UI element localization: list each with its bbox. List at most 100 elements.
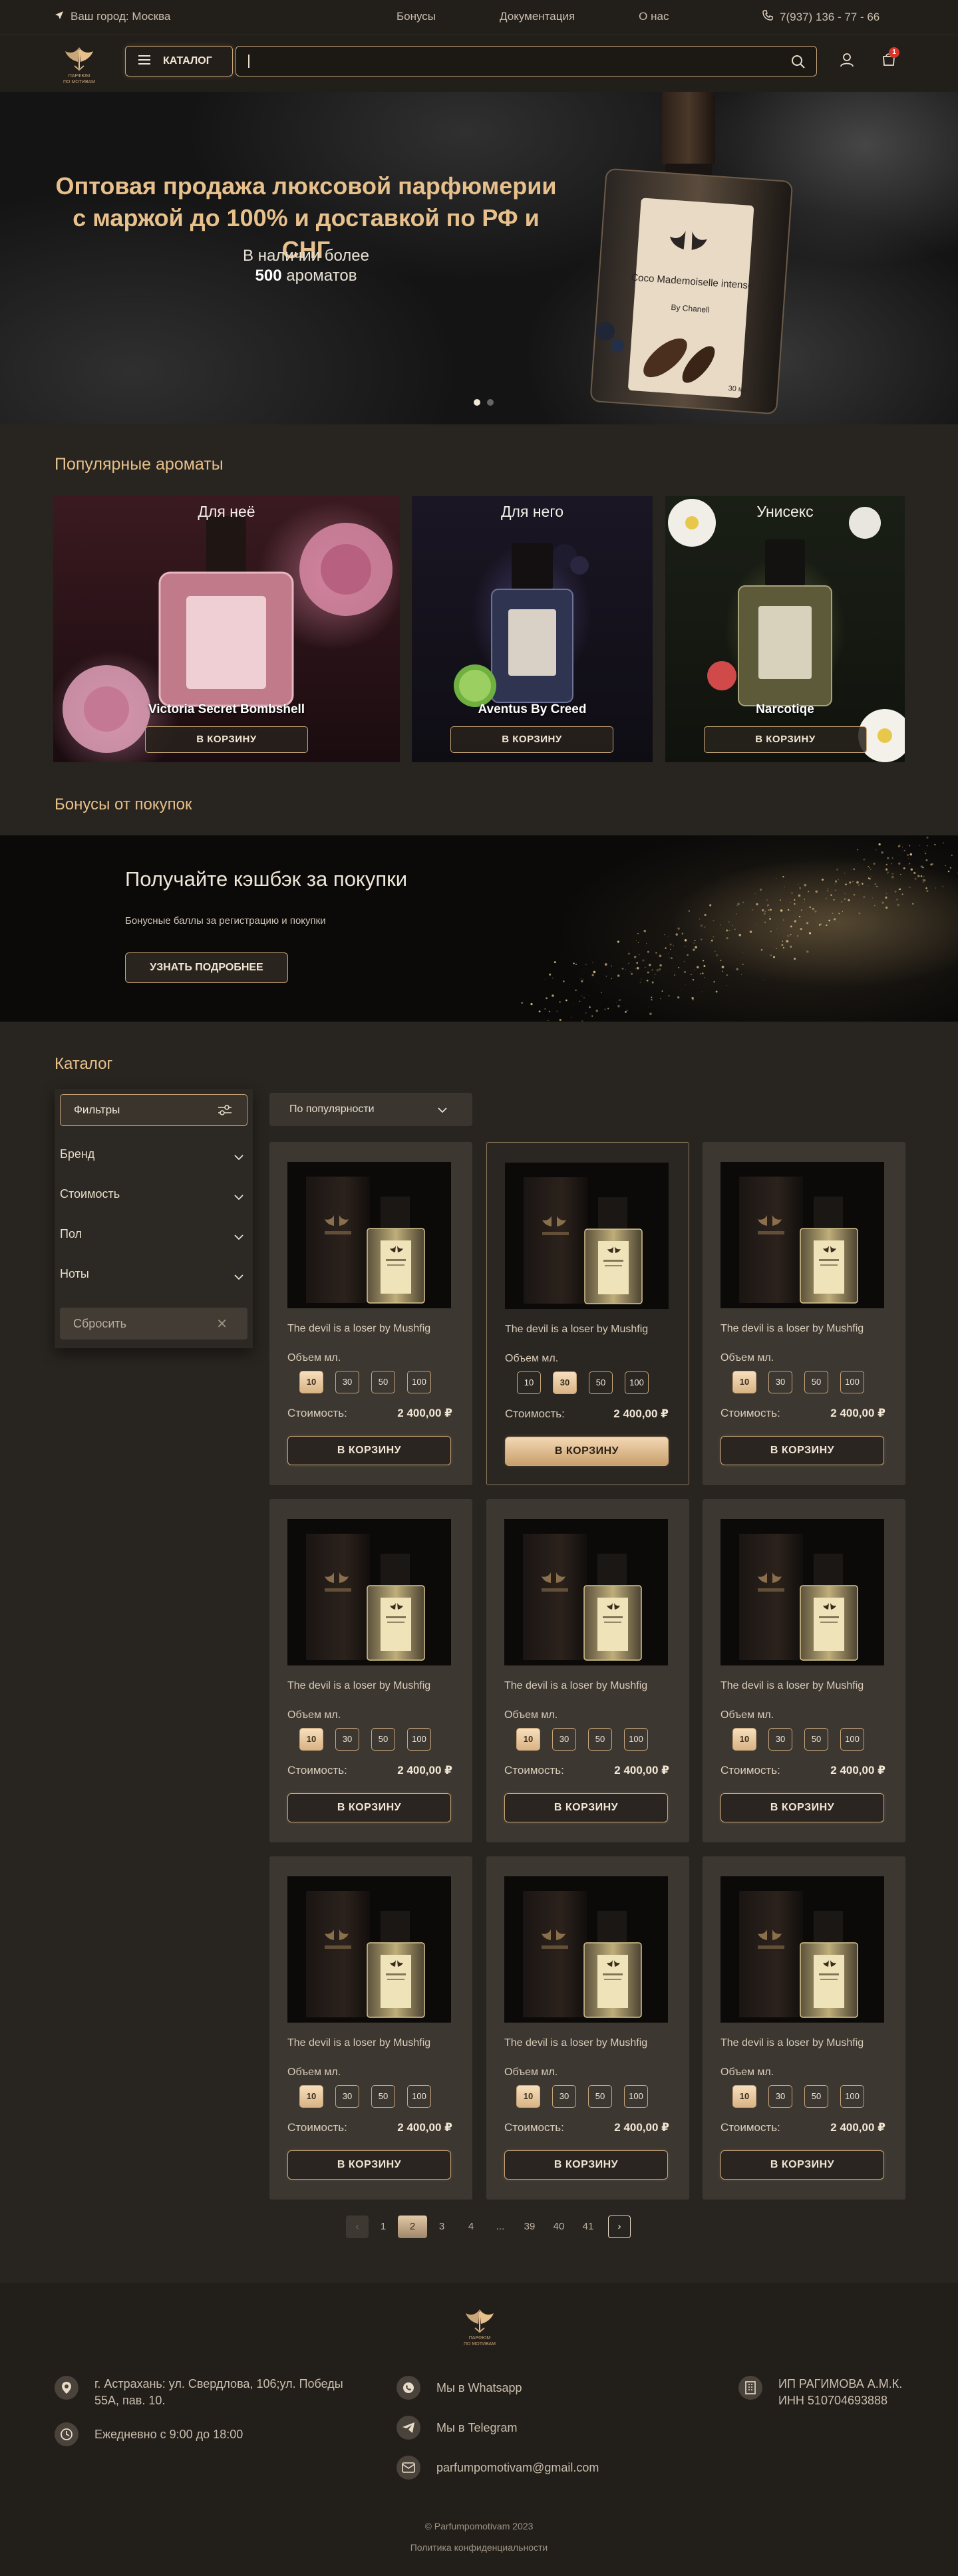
- page-1[interactable]: 1: [369, 2216, 398, 2238]
- add-to-cart-button[interactable]: В КОРЗИНУ: [450, 726, 613, 753]
- filter-notes[interactable]: Ноты: [60, 1260, 247, 1287]
- privacy-policy-link[interactable]: Политика конфиденциальности: [0, 2542, 958, 2553]
- product-image[interactable]: [504, 1519, 668, 1665]
- prev-page-button[interactable]: ‹: [346, 2216, 369, 2238]
- volume-option-30[interactable]: 30: [335, 1371, 359, 1393]
- product-card[interactable]: The devil is a loser by Mushfig Объем мл.…: [269, 1142, 472, 1485]
- product-card[interactable]: The devil is a loser by Mushfig Объем мл.…: [703, 1499, 905, 1842]
- volume-option-10[interactable]: 10: [299, 1728, 323, 1751]
- product-card[interactable]: The devil is a loser by Mushfig Объем мл.…: [486, 1856, 689, 2200]
- link-bonuses[interactable]: Бонусы: [397, 10, 436, 23]
- page-39[interactable]: 39: [515, 2216, 544, 2238]
- volume-option-10[interactable]: 10: [299, 2085, 323, 2108]
- volume-option-50[interactable]: 50: [804, 1728, 828, 1751]
- product-image[interactable]: [505, 1163, 669, 1309]
- volume-option-10[interactable]: 10: [517, 1371, 541, 1394]
- page-3[interactable]: 3: [427, 2216, 456, 2238]
- add-to-cart-button[interactable]: В КОРЗИНУ: [720, 1436, 884, 1465]
- volume-option-50[interactable]: 50: [588, 2085, 612, 2108]
- volume-option-30[interactable]: 30: [768, 1371, 792, 1393]
- catalog-button[interactable]: КАТАЛОГ: [125, 46, 233, 76]
- product-image[interactable]: [287, 1162, 451, 1308]
- add-to-cart-button[interactable]: В КОРЗИНУ: [287, 2150, 451, 2180]
- volume-option-100[interactable]: 100: [840, 2085, 864, 2108]
- page-4[interactable]: 4: [456, 2216, 486, 2238]
- product-name[interactable]: The devil is a loser by Mushfig: [504, 2037, 647, 2049]
- volume-option-30[interactable]: 30: [335, 2085, 359, 2108]
- product-card[interactable]: The devil is a loser by Mushfig Объем мл.…: [486, 1142, 689, 1485]
- footer-telegram[interactable]: Мы в Telegram: [397, 2416, 518, 2440]
- next-page-button[interactable]: ›: [608, 2216, 631, 2238]
- volume-option-50[interactable]: 50: [371, 1371, 395, 1393]
- add-to-cart-button[interactable]: В КОРЗИНУ: [504, 2150, 668, 2180]
- filter-price[interactable]: Стоимость: [60, 1181, 247, 1207]
- filters-header[interactable]: Фильтры: [60, 1094, 247, 1126]
- phone-link[interactable]: 7(937) 136 - 77 - 66: [762, 10, 879, 24]
- add-to-cart-button[interactable]: В КОРЗИНУ: [287, 1436, 451, 1465]
- popular-card-for-her[interactable]: Для неё Victoria Secret Bombshell В КОРЗ…: [53, 496, 400, 762]
- link-about[interactable]: О нас: [639, 10, 669, 23]
- footer-email[interactable]: parfumpomotivam@gmail.com: [397, 2456, 599, 2480]
- product-card[interactable]: The devil is a loser by Mushfig Объем мл.…: [703, 1142, 905, 1485]
- product-name[interactable]: The devil is a loser by Mushfig: [287, 1323, 430, 1335]
- volume-option-100[interactable]: 100: [407, 1371, 431, 1393]
- product-card[interactable]: The devil is a loser by Mushfig Объем мл.…: [486, 1499, 689, 1842]
- city-selector[interactable]: Ваш город: Москва: [55, 10, 170, 23]
- filter-gender[interactable]: Пол: [60, 1220, 247, 1247]
- slider-dot-active[interactable]: [474, 399, 480, 406]
- volume-option-50[interactable]: 50: [371, 1728, 395, 1751]
- page-41[interactable]: 41: [573, 2216, 603, 2238]
- volume-option-100[interactable]: 100: [840, 1371, 864, 1393]
- volume-option-30[interactable]: 30: [768, 2085, 792, 2108]
- product-name[interactable]: The devil is a loser by Mushfig: [720, 1680, 864, 1692]
- volume-option-10[interactable]: 10: [299, 1371, 323, 1393]
- product-image[interactable]: [504, 1876, 668, 2023]
- reset-filters-button[interactable]: Сбросить ✕: [60, 1308, 247, 1340]
- site-logo[interactable]: ПАРФЮМ ПО МОТИВАМ: [56, 41, 102, 87]
- page-2[interactable]: 2: [398, 2216, 427, 2238]
- product-image[interactable]: [287, 1876, 451, 2023]
- volume-option-50[interactable]: 50: [588, 1728, 612, 1751]
- volume-option-50[interactable]: 50: [371, 2085, 395, 2108]
- slider-dot[interactable]: [487, 399, 494, 406]
- volume-option-50[interactable]: 50: [804, 1371, 828, 1393]
- volume-option-100[interactable]: 100: [407, 2085, 431, 2108]
- volume-option-100[interactable]: 100: [407, 1728, 431, 1751]
- product-card[interactable]: The devil is a loser by Mushfig Объем мл.…: [269, 1499, 472, 1842]
- sort-select[interactable]: По популярности: [269, 1093, 472, 1126]
- add-to-cart-button[interactable]: В КОРЗИНУ: [145, 726, 308, 753]
- product-name[interactable]: The devil is a loser by Mushfig: [287, 2037, 430, 2049]
- add-to-cart-button[interactable]: В КОРЗИНУ: [704, 726, 867, 753]
- volume-option-30[interactable]: 30: [768, 1728, 792, 1751]
- filter-brand[interactable]: Бренд: [60, 1141, 247, 1167]
- product-name[interactable]: The devil is a loser by Mushfig: [720, 1323, 864, 1335]
- product-image[interactable]: [720, 1162, 884, 1308]
- product-card[interactable]: The devil is a loser by Mushfig Объем мл.…: [269, 1856, 472, 2200]
- product-name[interactable]: The devil is a loser by Mushfig: [505, 1324, 648, 1336]
- volume-option-100[interactable]: 100: [624, 1728, 648, 1751]
- product-image[interactable]: [720, 1876, 884, 2023]
- volume-option-30[interactable]: 30: [335, 1728, 359, 1751]
- volume-option-50[interactable]: 50: [589, 1371, 613, 1394]
- learn-more-button[interactable]: УЗНАТЬ ПОДРОБНЕЕ: [125, 952, 288, 983]
- volume-option-100[interactable]: 100: [624, 2085, 648, 2108]
- product-name[interactable]: The devil is a loser by Mushfig: [720, 2037, 864, 2049]
- product-image[interactable]: [720, 1519, 884, 1665]
- product-card[interactable]: The devil is a loser by Mushfig Объем мл.…: [703, 1856, 905, 2200]
- product-name[interactable]: The devil is a loser by Mushfig: [287, 1680, 430, 1692]
- add-to-cart-button[interactable]: В КОРЗИНУ: [720, 1793, 884, 1822]
- user-icon[interactable]: [840, 53, 854, 71]
- volume-option-50[interactable]: 50: [804, 2085, 828, 2108]
- footer-whatsapp[interactable]: Мы в Whatsapp: [397, 2376, 522, 2400]
- add-to-cart-button[interactable]: В КОРЗИНУ: [505, 1437, 669, 1466]
- volume-option-10[interactable]: 10: [516, 1728, 540, 1751]
- volume-option-100[interactable]: 100: [625, 1371, 649, 1394]
- volume-option-10[interactable]: 10: [516, 2085, 540, 2108]
- volume-option-10[interactable]: 10: [732, 1371, 756, 1393]
- volume-option-30[interactable]: 30: [553, 1371, 577, 1394]
- add-to-cart-button[interactable]: В КОРЗИНУ: [287, 1793, 451, 1822]
- footer-logo[interactable]: ПАРФЮМ ПО МОТИВАМ: [456, 2303, 503, 2349]
- volume-option-10[interactable]: 10: [732, 2085, 756, 2108]
- product-image[interactable]: [287, 1519, 451, 1665]
- popular-card-for-him[interactable]: Для него Aventus By Creed В КОРЗИНУ: [412, 496, 653, 762]
